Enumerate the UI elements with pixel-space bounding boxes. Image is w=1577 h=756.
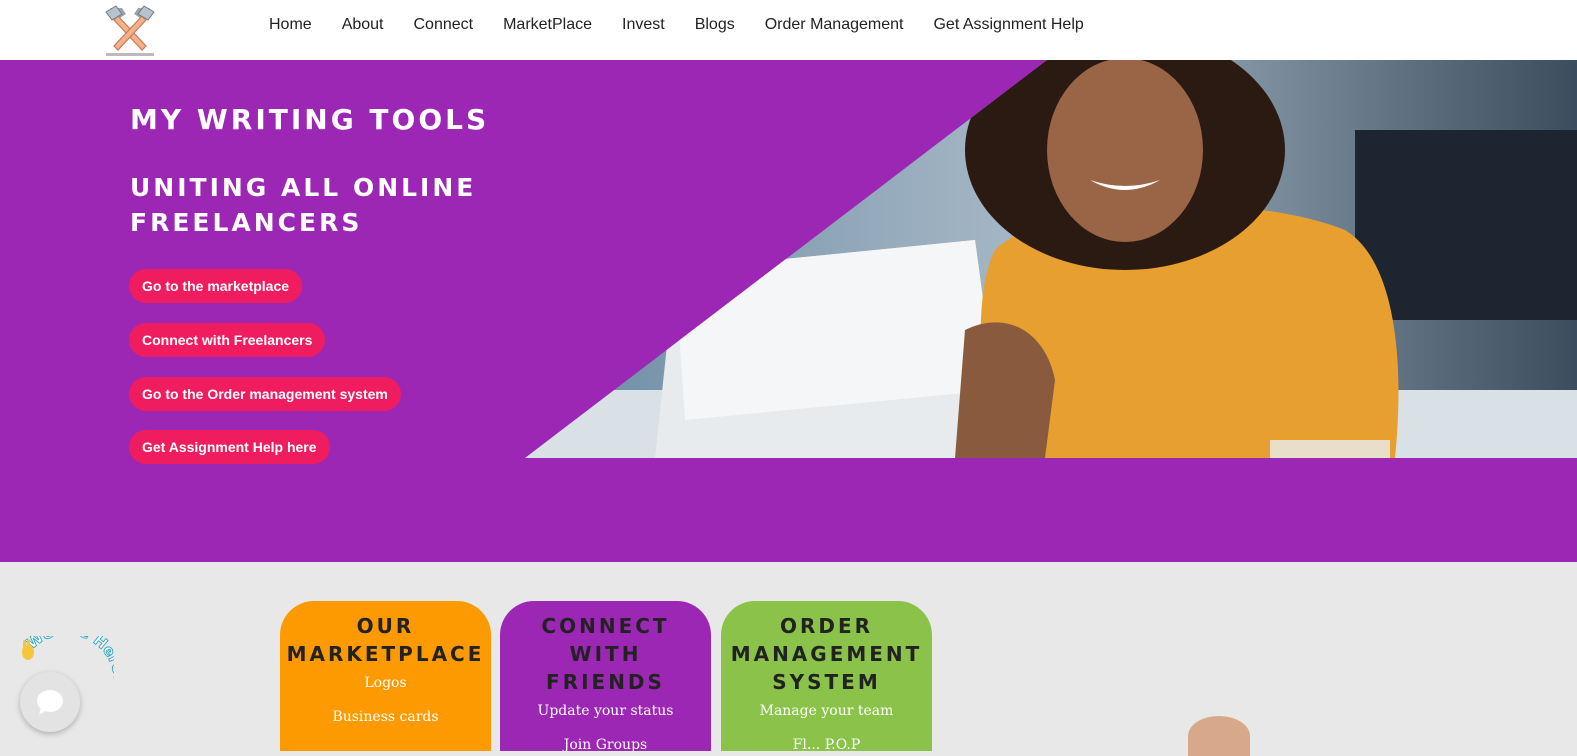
- card-item: Fl... P.O.P: [792, 737, 861, 751]
- nav-connect[interactable]: Connect: [399, 16, 489, 34]
- chat-bubble-icon: [37, 690, 63, 715]
- hero-subtitle: UNITING ALL ONLINE FREELANCERS: [130, 173, 477, 237]
- site-header: Home About Connect MarketPlace Invest Bl…: [0, 0, 1577, 60]
- site-logo[interactable]: [100, 2, 160, 58]
- nav-blogs[interactable]: Blogs: [680, 16, 750, 34]
- card-title: CONNECT WITH FRIENDS: [541, 614, 670, 694]
- nav-assignment-help[interactable]: Get Assignment Help: [918, 16, 1098, 34]
- marketplace-button[interactable]: Go to the marketplace: [129, 269, 303, 303]
- chat-open-button[interactable]: [20, 672, 80, 732]
- hero-section: MY WRITING TOOLS UNITING ALL ONLINE FREE…: [0, 60, 1577, 562]
- card-title: OUR MARKETPLACE: [286, 614, 485, 666]
- axes-logo-icon: [105, 5, 155, 56]
- connect-freelancers-button[interactable]: Connect with Freelancers: [129, 323, 326, 357]
- marketplace-card[interactable]: OUR MARKETPLACE Logos Business cards: [280, 601, 491, 751]
- order-management-card[interactable]: ORDER MANAGEMENT SYSTEM Manage your team…: [721, 601, 932, 751]
- connect-friends-card[interactable]: CONNECT WITH FRIENDS Update your status …: [500, 601, 711, 751]
- assignment-help-button[interactable]: Get Assignment Help here: [129, 430, 330, 464]
- card-item: Business cards: [332, 709, 439, 725]
- card-item: Logos: [364, 675, 407, 691]
- hero-photo: [525, 60, 1577, 458]
- nav-invest[interactable]: Invest: [607, 16, 680, 34]
- nav-order-management[interactable]: Order Management: [750, 16, 919, 34]
- main-nav: Home About Connect MarketPlace Invest Bl…: [254, 0, 1099, 50]
- person-image: [1188, 716, 1250, 756]
- card-item: Join Groups: [563, 737, 648, 751]
- card-item: Manage your team: [759, 703, 894, 719]
- card-item: Update your status: [537, 703, 674, 719]
- chat-widget[interactable]: We Are Here!: [14, 636, 114, 736]
- nav-marketplace[interactable]: MarketPlace: [488, 16, 607, 34]
- nav-about[interactable]: About: [327, 16, 399, 34]
- hero-title: MY WRITING TOOLS: [130, 103, 490, 136]
- card-title: ORDER MANAGEMENT SYSTEM: [730, 614, 923, 694]
- nav-home[interactable]: Home: [254, 16, 327, 34]
- order-management-button[interactable]: Go to the Order management system: [129, 377, 401, 411]
